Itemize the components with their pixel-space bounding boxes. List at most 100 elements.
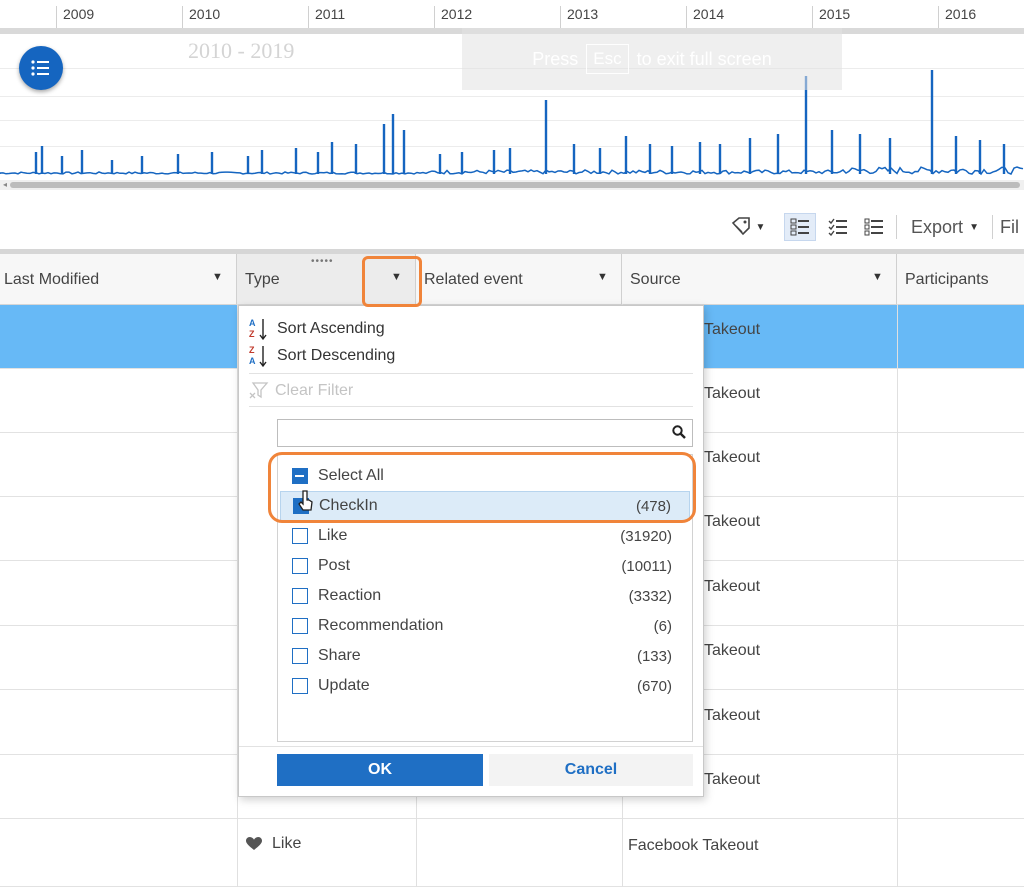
scroll-left-icon[interactable]: ◂: [0, 180, 10, 190]
sort-descending-item[interactable]: Z A Sort Descending: [249, 344, 395, 368]
filter-option-count: (670): [636, 677, 672, 695]
filter-option-label: Post: [318, 557, 351, 574]
type-filter-menu: A Z Sort Ascending Z A Sort Descending C…: [238, 305, 704, 797]
ok-button[interactable]: OK: [277, 754, 483, 786]
type-filter-arrow-highlight: [362, 256, 422, 307]
filter-option-count: (133): [636, 647, 672, 665]
year-label: 2009: [56, 6, 94, 28]
source-cell: Takeout: [704, 707, 761, 724]
source-cell: Takeout: [704, 385, 761, 402]
column-filter-icon[interactable]: ▼: [212, 271, 223, 283]
source-cell: Facebook Takeout: [628, 837, 759, 854]
filter-option-checkbox[interactable]: [292, 618, 308, 634]
timeline-scrollbar[interactable]: ◂: [0, 180, 1024, 190]
year-label: 2013: [560, 6, 598, 28]
chevron-down-icon: ▼: [969, 221, 979, 233]
clear-filter-item[interactable]: Clear Filter: [249, 379, 353, 403]
filter-option-label: Update: [318, 677, 370, 694]
filter-option-label: Recommendation: [318, 617, 444, 634]
column-label: Related event: [424, 271, 523, 288]
checkin-selection-highlight: [268, 452, 696, 523]
filter-option-count: (10011): [621, 557, 672, 575]
search-icon[interactable]: [672, 425, 686, 439]
type-cell: Like: [272, 835, 302, 852]
year-label: 2014: [686, 6, 724, 28]
year-label: 2016: [938, 6, 976, 28]
tag-button[interactable]: ▼: [726, 213, 770, 241]
fullscreen-hint-after: to exit full screen: [636, 48, 772, 69]
menu-footer-divider: [239, 746, 703, 747]
sort-ascending-icon: A Z: [249, 318, 267, 341]
filter-option-checkbox[interactable]: [292, 648, 308, 664]
source-cell: Takeout: [704, 578, 761, 595]
filter-label: Fil: [1000, 216, 1019, 237]
table-row[interactable]: Like Facebook Takeout: [0, 820, 1024, 887]
filter-option-like[interactable]: Like (31920): [280, 521, 690, 551]
filter-option-count: (6): [653, 617, 672, 635]
source-cell: Takeout: [704, 513, 761, 530]
column-divider: [897, 304, 898, 887]
year-label: 2011: [308, 6, 345, 28]
filter-button[interactable]: Fil: [1000, 213, 1024, 241]
source-cell: Takeout: [704, 449, 761, 466]
filter-option-checkbox[interactable]: [292, 528, 308, 544]
filter-option-label: Like: [318, 527, 348, 544]
export-button[interactable]: Export ▼: [904, 213, 986, 241]
toolbar-divider: [992, 215, 993, 239]
sort-ascending-item[interactable]: A Z Sort Ascending: [249, 317, 385, 341]
detail-list-icon: [790, 218, 809, 236]
drag-grip-icon[interactable]: •••••: [311, 256, 334, 267]
column-filter-icon[interactable]: ▼: [872, 271, 883, 283]
column-header-related-event[interactable]: Related event ▼: [416, 254, 622, 304]
esc-key: Esc: [586, 44, 629, 74]
column-label: Type: [245, 271, 280, 288]
checklist-icon: [828, 218, 847, 236]
filter-option-update[interactable]: Update (670): [280, 671, 690, 701]
list-icon: [31, 60, 49, 76]
filter-option-share[interactable]: Share (133): [280, 641, 690, 671]
svg-text:Z: Z: [249, 345, 255, 355]
period-label: 2010 - 2019: [188, 38, 295, 63]
column-label: Participants: [905, 271, 989, 288]
year-axis: 2009 2010 2011 2012 2013 2014 2015 2016: [0, 0, 1024, 29]
column-filter-icon[interactable]: ▼: [597, 271, 608, 283]
filter-option-checkbox[interactable]: [292, 558, 308, 574]
clear-filter-label: Clear Filter: [275, 382, 354, 399]
menu-divider: [249, 373, 693, 374]
export-label: Export: [911, 216, 964, 237]
list-view-button[interactable]: [858, 213, 890, 241]
activity-baseline: [0, 166, 1024, 176]
filter-option-checkbox[interactable]: [292, 588, 308, 604]
column-header-source[interactable]: Source ▼: [622, 254, 897, 304]
fullscreen-hint-before: Press: [532, 48, 579, 69]
sort-descending-icon: Z A: [249, 345, 267, 368]
filter-option-reaction[interactable]: Reaction (3332): [280, 581, 690, 611]
filter-search-box: [277, 419, 693, 447]
year-label: 2010: [182, 6, 220, 28]
menu-divider: [249, 406, 693, 407]
grid-header: Last Modified ▼ ••••• Type ▼ Related eve…: [0, 254, 1024, 305]
tag-icon: [731, 217, 750, 236]
column-header-last-modified[interactable]: Last Modified ▼: [0, 254, 237, 304]
toolbar-divider: [896, 215, 897, 239]
checklist-view-button[interactable]: [822, 213, 854, 241]
filter-option-checkbox[interactable]: [292, 678, 308, 694]
source-cell: Takeout: [704, 321, 761, 338]
year-label: 2015: [812, 6, 850, 28]
clear-filter-icon: [249, 382, 269, 399]
filter-option-label: Share: [318, 647, 361, 664]
filter-option-recommendation[interactable]: Recommendation (6): [280, 611, 690, 641]
filter-option-post[interactable]: Post (10011): [280, 551, 690, 581]
source-cell: Takeout: [704, 642, 761, 659]
filter-option-count: (3332): [628, 587, 672, 605]
detail-view-button[interactable]: [784, 213, 816, 241]
filter-search-input[interactable]: [280, 422, 664, 446]
svg-text:Z: Z: [249, 329, 255, 339]
sort-descending-label: Sort Descending: [277, 347, 396, 364]
timeline-menu-button[interactable]: [19, 46, 63, 90]
cancel-button[interactable]: Cancel: [489, 754, 693, 786]
year-label: 2012: [434, 6, 472, 28]
timeline-scroll-thumb[interactable]: [10, 182, 1020, 188]
column-header-participants[interactable]: Participants: [897, 254, 1024, 304]
grid-toolbar: ▼ Export ▼ Fil: [0, 205, 1024, 249]
